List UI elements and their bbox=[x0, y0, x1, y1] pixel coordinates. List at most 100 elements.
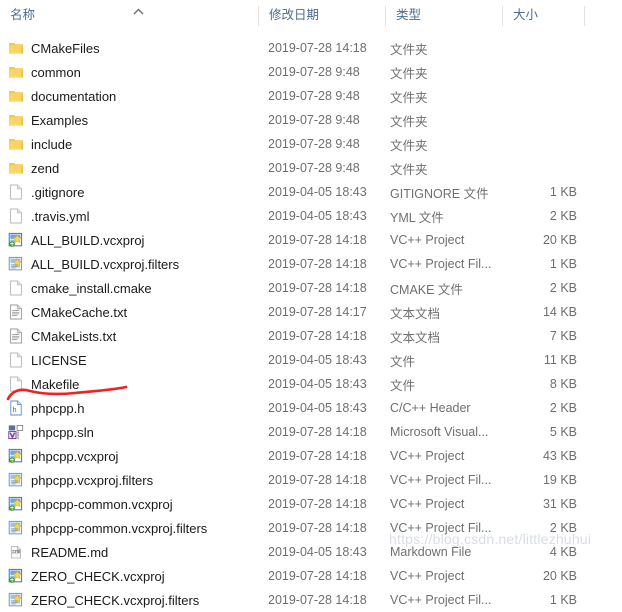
file-name-cell[interactable]: .travis.yml bbox=[8, 204, 90, 228]
table-row[interactable]: ALL_BUILD.vcxproj.filters 2019-07-28 14:1… bbox=[0, 252, 622, 276]
table-row[interactable]: ALL_BUILD.vcxproj 2019-07-28 14:18 VC++ Pr… bbox=[0, 228, 622, 252]
column-divider-4[interactable] bbox=[584, 6, 585, 26]
file-size-cell: 14 KB bbox=[542, 305, 577, 319]
watermark-text: https://blog.csdn.net/littlezhuhui bbox=[389, 531, 592, 547]
file-name-label: .gitignore bbox=[31, 184, 85, 200]
table-row[interactable]: CMakeCache.txt 2019-07-28 14:17 文本文档 14 KB bbox=[0, 300, 622, 324]
file-name-label: ALL_BUILD.vcxproj.filters bbox=[31, 256, 180, 272]
file-type-cell: 文件夹 bbox=[390, 42, 428, 57]
file-size-cell: 5 KB bbox=[549, 425, 577, 439]
file-size-cell: 1 KB bbox=[549, 185, 577, 199]
file-size-cell: 1 KB bbox=[549, 593, 577, 607]
file-type-cell: Microsoft Visual... bbox=[390, 425, 489, 439]
column-header-date-label: 修改日期 bbox=[269, 8, 320, 22]
file-name-cell[interactable]: h phpcpp.h bbox=[8, 396, 85, 420]
column-header-date[interactable]: 修改日期 bbox=[259, 0, 385, 30]
table-row[interactable]: h phpcpp.h 2019-04-05 18:43 C/C++ Header 2 K… bbox=[0, 396, 622, 420]
file-name-cell[interactable]: phpcpp.vcxproj.filters bbox=[8, 468, 153, 492]
file-name-cell[interactable]: CMakeFiles bbox=[8, 36, 100, 60]
table-row[interactable]: Makefile 2019-04-05 18:43 文件 8 KB bbox=[0, 372, 622, 396]
table-row[interactable]: documentation 2019-07-28 9:48 文件夹 bbox=[0, 84, 622, 108]
table-row[interactable]: CMakeLists.txt 2019-07-28 14:18 文本文档 7 KB bbox=[0, 324, 622, 348]
file-type-cell: VC++ Project Fil... bbox=[390, 593, 492, 607]
file-date-cell: 2019-07-28 14:18 bbox=[268, 257, 367, 271]
file-list: CMakeFiles 2019-07-28 14:18 文件夹 common 2019-… bbox=[0, 36, 622, 612]
file-name-cell[interactable]: phpcpp.sln bbox=[8, 420, 94, 444]
table-row[interactable]: phpcpp.vcxproj.filters 2019-07-28 14:18 VC… bbox=[0, 468, 622, 492]
file-type-cell: 文件夹 bbox=[390, 66, 428, 81]
file-type-cell: VC++ Project Fil... bbox=[390, 257, 492, 271]
file-name-cell[interactable]: phpcpp-common.vcxproj.filters bbox=[8, 516, 207, 540]
file-name-cell[interactable]: Makefile bbox=[8, 372, 79, 396]
folder-icon bbox=[8, 160, 24, 176]
file-name-cell[interactable]: common bbox=[8, 60, 81, 84]
table-row[interactable]: LICENSE 2019-04-05 18:43 文件 11 KB bbox=[0, 348, 622, 372]
table-row[interactable]: phpcpp.vcxproj 2019-07-28 14:18 VC++ Proje… bbox=[0, 444, 622, 468]
file-name-cell[interactable]: Examples bbox=[8, 108, 88, 132]
table-row[interactable]: cmake_install.cmake 2019-07-28 14:18 CMAKE… bbox=[0, 276, 622, 300]
file-type-cell: 文本文档 bbox=[390, 306, 441, 321]
file-date-cell: 2019-07-28 9:48 bbox=[268, 89, 360, 103]
column-header-name[interactable]: 名称 bbox=[0, 0, 258, 30]
file-name-label: phpcpp.h bbox=[31, 400, 85, 416]
table-row[interactable]: .gitignore 2019-04-05 18:43 GITIGNORE 文件 1 … bbox=[0, 180, 622, 204]
table-row[interactable]: ZERO_CHECK.vcxproj 2019-07-28 14:18 VC++ P… bbox=[0, 564, 622, 588]
column-header-type[interactable]: 类型 bbox=[386, 0, 502, 30]
file-date-cell: 2019-07-28 14:18 bbox=[268, 329, 367, 343]
file-name-label: zend bbox=[31, 160, 60, 176]
file-size-cell: 20 KB bbox=[542, 233, 577, 247]
file-date-cell: 2019-04-05 18:43 bbox=[268, 185, 367, 199]
file-type-cell: 文本文档 bbox=[390, 330, 441, 345]
file-name-cell[interactable]: .gitignore bbox=[8, 180, 84, 204]
file-name-cell[interactable]: ZERO_CHECK.vcxproj.filters bbox=[8, 588, 199, 612]
file-name-label: ZERO_CHECK.vcxproj bbox=[31, 568, 165, 584]
file-name-cell[interactable]: phpcpp.vcxproj bbox=[8, 444, 118, 468]
file-size-cell: 20 KB bbox=[542, 569, 577, 583]
table-row[interactable]: ZERO_CHECK.vcxproj.filters 2019-07-28 14:… bbox=[0, 588, 622, 612]
table-row[interactable]: phpcpp-common.vcxproj 2019-07-28 14:18 VC+… bbox=[0, 492, 622, 516]
visual-studio-solution-icon bbox=[8, 424, 24, 440]
file-name-cell[interactable]: ALL_BUILD.vcxproj bbox=[8, 228, 144, 252]
file-name-cell[interactable]: LICENSE bbox=[8, 348, 87, 372]
table-row[interactable]: include 2019-07-28 9:48 文件夹 bbox=[0, 132, 622, 156]
file-date-cell: 2019-04-05 18:43 bbox=[268, 353, 367, 367]
blank-file-icon bbox=[8, 184, 24, 200]
file-name-cell[interactable]: ALL_BUILD.vcxproj.filters bbox=[8, 252, 179, 276]
file-name-cell[interactable]: include bbox=[8, 132, 72, 156]
file-name-cell[interactable]: CMakeCache.txt bbox=[8, 300, 127, 324]
table-row[interactable]: Examples 2019-07-28 9:48 文件夹 bbox=[0, 108, 622, 132]
table-row[interactable]: phpcpp.sln 2019-07-28 14:18 Microsoft Visu… bbox=[0, 420, 622, 444]
file-name-label: include bbox=[31, 136, 73, 152]
table-row[interactable]: common 2019-07-28 9:48 文件夹 bbox=[0, 60, 622, 84]
vcxproj-icon bbox=[8, 496, 24, 512]
vcxproj-filters-icon bbox=[8, 472, 24, 488]
vcxproj-icon bbox=[8, 232, 24, 248]
file-size-cell: 31 KB bbox=[542, 497, 577, 511]
column-header-size[interactable]: 大小 bbox=[503, 0, 584, 30]
file-type-cell: YML 文件 bbox=[390, 210, 444, 225]
file-name-cell[interactable]: zend bbox=[8, 156, 59, 180]
file-name-cell[interactable]: README.md bbox=[8, 540, 108, 564]
file-name-cell[interactable]: ZERO_CHECK.vcxproj bbox=[8, 564, 165, 588]
file-name-cell[interactable]: cmake_install.cmake bbox=[8, 276, 152, 300]
file-name-cell[interactable]: CMakeLists.txt bbox=[8, 324, 116, 348]
column-header-name-label: 名称 bbox=[10, 8, 36, 22]
file-name-cell[interactable]: documentation bbox=[8, 84, 116, 108]
file-name-label: documentation bbox=[31, 88, 117, 104]
vcxproj-filters-icon bbox=[8, 592, 24, 608]
column-header-size-label: 大小 bbox=[513, 8, 539, 22]
file-date-cell: 2019-07-28 14:18 bbox=[268, 233, 367, 247]
blank-file-icon bbox=[8, 280, 24, 296]
vcxproj-icon bbox=[8, 568, 24, 584]
file-size-cell bbox=[497, 156, 577, 180]
vcxproj-filters-icon bbox=[8, 256, 24, 272]
file-name-cell[interactable]: phpcpp-common.vcxproj bbox=[8, 492, 173, 516]
file-date-cell: 2019-07-28 14:18 bbox=[268, 449, 367, 463]
table-row[interactable]: CMakeFiles 2019-07-28 14:18 文件夹 bbox=[0, 36, 622, 60]
file-size-cell bbox=[497, 60, 577, 84]
file-date-cell: 2019-07-28 14:18 bbox=[268, 281, 367, 295]
markdown-file-icon bbox=[8, 544, 24, 560]
table-row[interactable]: .travis.yml 2019-04-05 18:43 YML 文件 2 KB bbox=[0, 204, 622, 228]
table-row[interactable]: zend 2019-07-28 9:48 文件夹 bbox=[0, 156, 622, 180]
blank-file-icon bbox=[8, 352, 24, 368]
